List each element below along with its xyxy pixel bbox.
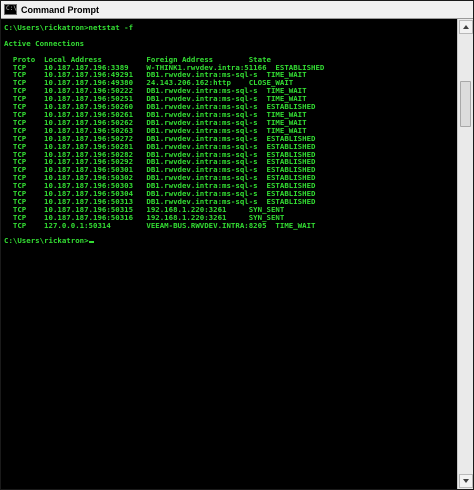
console-icon[interactable]: C:\: [4, 4, 17, 15]
window-title: Command Prompt: [21, 4, 100, 15]
console-output-area[interactable]: C:\Users\rickatron>netstat -f Active Con…: [1, 19, 457, 489]
command-prompt-window: C:\ Command Prompt C:\Users\rickatron>ne…: [0, 0, 474, 490]
scroll-up-arrow-icon: [463, 25, 469, 29]
scroll-down-button[interactable]: [459, 474, 473, 488]
current-prompt: C:\Users\rickatron>: [4, 236, 89, 246]
console-icon-glyph: C:\: [6, 5, 17, 12]
scroll-down-arrow-icon: [463, 479, 469, 483]
scroll-up-button[interactable]: [459, 20, 473, 34]
title-bar[interactable]: C:\ Command Prompt: [1, 1, 473, 19]
console-lines: C:\Users\rickatron>netstat -f Active Con…: [4, 23, 325, 230]
text-cursor: [88, 241, 94, 244]
console-output: C:\Users\rickatron>netstat -f Active Con…: [4, 24, 324, 245]
vertical-scrollbar[interactable]: [457, 19, 473, 489]
scrollbar-thumb[interactable]: [460, 81, 471, 127]
